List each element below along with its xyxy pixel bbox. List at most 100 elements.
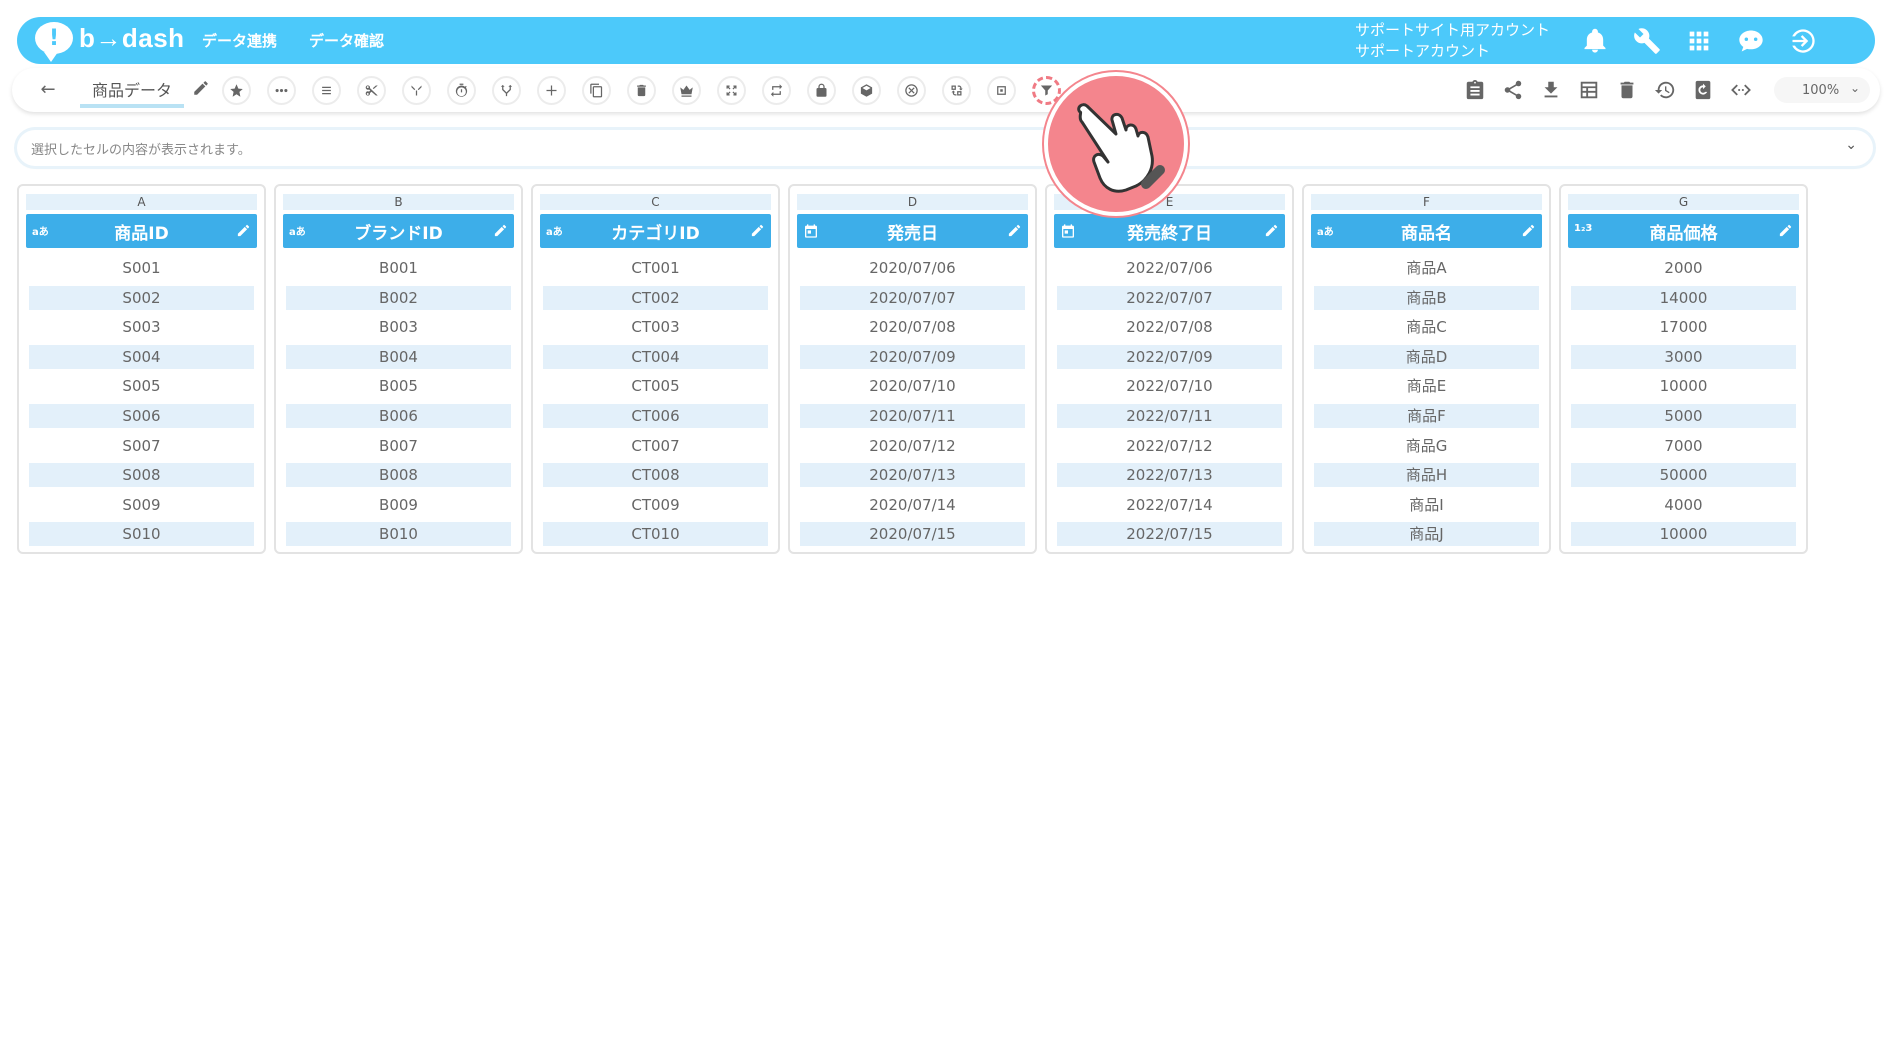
table-cell[interactable]: 4000 bbox=[1571, 493, 1796, 517]
clipboard-icon[interactable] bbox=[1462, 76, 1487, 104]
table-cell[interactable]: 10000 bbox=[1571, 522, 1796, 547]
data-title[interactable]: 商品データ bbox=[80, 77, 185, 108]
table-cell[interactable]: CT001 bbox=[543, 256, 768, 280]
table-cell[interactable]: 2020/07/06 bbox=[800, 256, 1025, 280]
nav-data-confirm[interactable]: データ確認 bbox=[309, 30, 384, 51]
column-d[interactable]: D 発売日 2020/07/06 2020/07/07 2020/07/08 2020… bbox=[788, 184, 1037, 554]
table-cell[interactable]: 2022/07/14 bbox=[1057, 493, 1282, 517]
table-cell[interactable]: 2022/07/11 bbox=[1057, 403, 1282, 428]
repeat-icon[interactable] bbox=[762, 76, 791, 105]
pencil-icon[interactable] bbox=[1264, 223, 1279, 243]
table-cell[interactable]: 商品C bbox=[1314, 315, 1539, 339]
table-cell[interactable]: 2022/07/10 bbox=[1057, 374, 1282, 398]
table-cell[interactable]: 2022/07/07 bbox=[1057, 285, 1282, 310]
table-cell[interactable]: S004 bbox=[29, 344, 254, 369]
close-circle-icon[interactable] bbox=[897, 76, 926, 105]
more-icon[interactable] bbox=[267, 76, 296, 105]
table-icon[interactable] bbox=[1576, 76, 1601, 104]
column-header[interactable]: aあ カテゴリID bbox=[540, 214, 771, 248]
table-cell[interactable]: CT007 bbox=[543, 434, 768, 458]
column-header[interactable]: 1₂3 商品価格 bbox=[1568, 214, 1799, 248]
table-cell[interactable]: CT005 bbox=[543, 374, 768, 398]
square-icon[interactable] bbox=[987, 76, 1016, 105]
timer-icon[interactable] bbox=[447, 76, 476, 105]
table-cell[interactable]: S010 bbox=[29, 522, 254, 547]
table-cell[interactable]: B003 bbox=[286, 315, 511, 339]
box-icon[interactable] bbox=[852, 76, 881, 105]
column-f[interactable]: F aあ 商品名 商品A 商品B 商品C 商品D 商品E 商品F 商品G 商品H 商品I 商品J bbox=[1302, 184, 1551, 554]
table-cell[interactable]: 商品A bbox=[1314, 256, 1539, 280]
table-cell[interactable]: CT004 bbox=[543, 344, 768, 369]
bell-icon[interactable] bbox=[1577, 23, 1613, 59]
lock-icon[interactable] bbox=[807, 76, 836, 105]
zoom-select[interactable]: 100% ⌄ bbox=[1774, 77, 1870, 103]
table-cell[interactable]: 2022/07/13 bbox=[1057, 463, 1282, 488]
table-cell[interactable]: 2020/07/13 bbox=[800, 463, 1025, 488]
list-icon[interactable] bbox=[312, 76, 341, 105]
back-arrow-icon[interactable]: ← bbox=[36, 77, 60, 101]
pencil-icon[interactable] bbox=[1007, 223, 1022, 243]
filter-icon[interactable] bbox=[1032, 76, 1061, 105]
table-cell[interactable]: B008 bbox=[286, 463, 511, 488]
star-icon[interactable] bbox=[222, 76, 251, 105]
table-cell[interactable]: 2020/07/10 bbox=[800, 374, 1025, 398]
column-g[interactable]: G 1₂3 商品価格 2000 14000 17000 3000 10000 5000 70… bbox=[1559, 184, 1808, 554]
table-cell[interactable]: 商品J bbox=[1314, 522, 1539, 547]
table-cell[interactable]: B004 bbox=[286, 344, 511, 369]
table-cell[interactable]: S003 bbox=[29, 315, 254, 339]
table-cell[interactable]: B001 bbox=[286, 256, 511, 280]
table-cell[interactable]: S008 bbox=[29, 463, 254, 488]
table-cell[interactable]: S002 bbox=[29, 285, 254, 310]
pencil-icon[interactable] bbox=[1778, 223, 1793, 243]
history-icon[interactable] bbox=[1652, 76, 1677, 104]
pencil-icon[interactable] bbox=[493, 223, 508, 243]
table-cell[interactable]: CT008 bbox=[543, 463, 768, 488]
table-cell[interactable]: 2022/07/09 bbox=[1057, 344, 1282, 369]
table-cell[interactable]: S007 bbox=[29, 434, 254, 458]
download-icon[interactable] bbox=[1538, 76, 1563, 104]
pencil-icon[interactable] bbox=[192, 79, 212, 99]
table-cell[interactable]: B007 bbox=[286, 434, 511, 458]
table-cell[interactable]: S006 bbox=[29, 403, 254, 428]
table-cell[interactable]: S005 bbox=[29, 374, 254, 398]
scissors-icon[interactable] bbox=[357, 76, 386, 105]
table-cell[interactable]: CT009 bbox=[543, 493, 768, 517]
column-header[interactable]: aあ ブランドID bbox=[283, 214, 514, 248]
table-cell[interactable]: 商品F bbox=[1314, 403, 1539, 428]
crown-icon[interactable] bbox=[672, 76, 701, 105]
table-cell[interactable]: 2020/07/12 bbox=[800, 434, 1025, 458]
table-cell[interactable]: CT003 bbox=[543, 315, 768, 339]
column-header[interactable]: aあ 商品名 bbox=[1311, 214, 1542, 248]
table-cell[interactable]: 商品D bbox=[1314, 344, 1539, 369]
column-letter[interactable]: B bbox=[283, 194, 514, 210]
table-cell[interactable]: CT002 bbox=[543, 285, 768, 310]
wrench-icon[interactable] bbox=[1629, 23, 1665, 59]
branch-icon[interactable] bbox=[492, 76, 521, 105]
replace-icon[interactable] bbox=[942, 76, 971, 105]
table-cell[interactable]: 2000 bbox=[1571, 256, 1796, 280]
table-cell[interactable]: B006 bbox=[286, 403, 511, 428]
column-header[interactable]: 発売日 bbox=[797, 214, 1028, 248]
column-header[interactable]: 発売終了日 bbox=[1054, 214, 1285, 248]
table-cell[interactable]: 2022/07/06 bbox=[1057, 256, 1282, 280]
table-cell[interactable]: 2020/07/14 bbox=[800, 493, 1025, 517]
table-cell[interactable]: S009 bbox=[29, 493, 254, 517]
table-cell[interactable]: 50000 bbox=[1571, 463, 1796, 488]
column-c[interactable]: C aあ カテゴリID CT001 CT002 CT003 CT004 CT005 CT0… bbox=[531, 184, 780, 554]
grid-icon[interactable] bbox=[1681, 23, 1717, 59]
pencil-icon[interactable] bbox=[236, 223, 251, 243]
expand-icon[interactable] bbox=[717, 76, 746, 105]
column-e[interactable]: E 発売終了日 2022/07/06 2022/07/07 2022/07/08 20… bbox=[1045, 184, 1294, 554]
nav-data-integration[interactable]: データ連携 bbox=[202, 30, 277, 51]
column-letter[interactable]: C bbox=[540, 194, 771, 210]
table-cell[interactable]: 2022/07/08 bbox=[1057, 315, 1282, 339]
table-cell[interactable]: CT010 bbox=[543, 522, 768, 547]
table-cell[interactable]: 2020/07/15 bbox=[800, 522, 1025, 547]
delete-icon[interactable] bbox=[1614, 76, 1639, 104]
plus-icon[interactable] bbox=[537, 76, 566, 105]
logout-icon[interactable] bbox=[1785, 23, 1821, 59]
code-icon[interactable] bbox=[1728, 76, 1753, 104]
table-cell[interactable]: 17000 bbox=[1571, 315, 1796, 339]
table-cell[interactable]: B002 bbox=[286, 285, 511, 310]
chevron-down-icon[interactable]: ⌄ bbox=[1845, 137, 1857, 153]
